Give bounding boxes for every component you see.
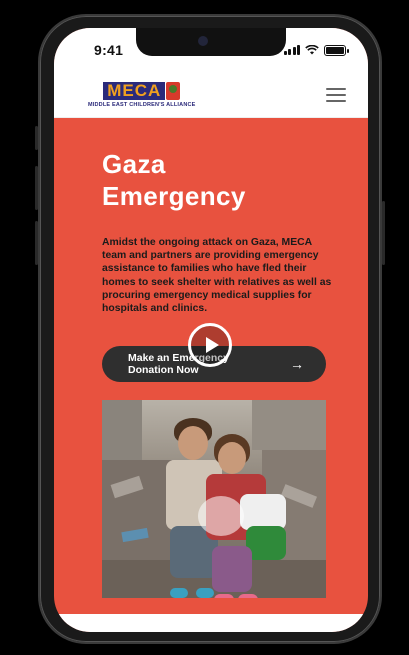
- logo-subtitle: MIDDLE EAST CHILDREN'S ALLIANCE: [88, 101, 196, 108]
- video-play-icon[interactable]: [188, 323, 232, 367]
- photo-overlay-circle: [198, 496, 244, 536]
- meca-logo[interactable]: MECA MIDDLE EAST CHILDREN'S ALLIANCE: [88, 81, 196, 108]
- hero-photo: [102, 400, 326, 598]
- volume-up-button: [35, 166, 38, 210]
- front-camera: [198, 36, 208, 46]
- power-button: [382, 201, 385, 265]
- site-header: MECA MIDDLE EAST CHILDREN'S ALLIANCE: [54, 72, 368, 118]
- logo-mark-icon: [166, 81, 181, 100]
- hamburger-menu-icon[interactable]: [326, 87, 346, 102]
- logo-letters: MECA: [103, 81, 166, 100]
- phone-screen: 9:41 MECA MIDDLE EAST CHILDREN'S ALLIANC…: [54, 28, 368, 632]
- status-icons: [283, 44, 349, 56]
- hero-description: Amidst the ongoing attack on Gaza, MECA …: [102, 237, 332, 315]
- arrow-right-icon: →: [290, 356, 304, 372]
- status-time: 9:41: [94, 42, 124, 58]
- hero-title: Gaza Emergency: [102, 148, 322, 212]
- cellular-signal-icon: [283, 45, 300, 55]
- wifi-icon: [305, 45, 319, 55]
- volume-down-button: [35, 221, 38, 265]
- page-bottom-strip: [54, 614, 368, 632]
- silent-switch: [35, 126, 38, 150]
- hero-title-line2: Emergency: [102, 181, 246, 211]
- notch: [136, 28, 286, 56]
- phone-frame: 9:41 MECA MIDDLE EAST CHILDREN'S ALLIANC…: [35, 14, 385, 644]
- hero-title-line1: Gaza: [102, 149, 166, 179]
- battery-icon: [324, 44, 349, 56]
